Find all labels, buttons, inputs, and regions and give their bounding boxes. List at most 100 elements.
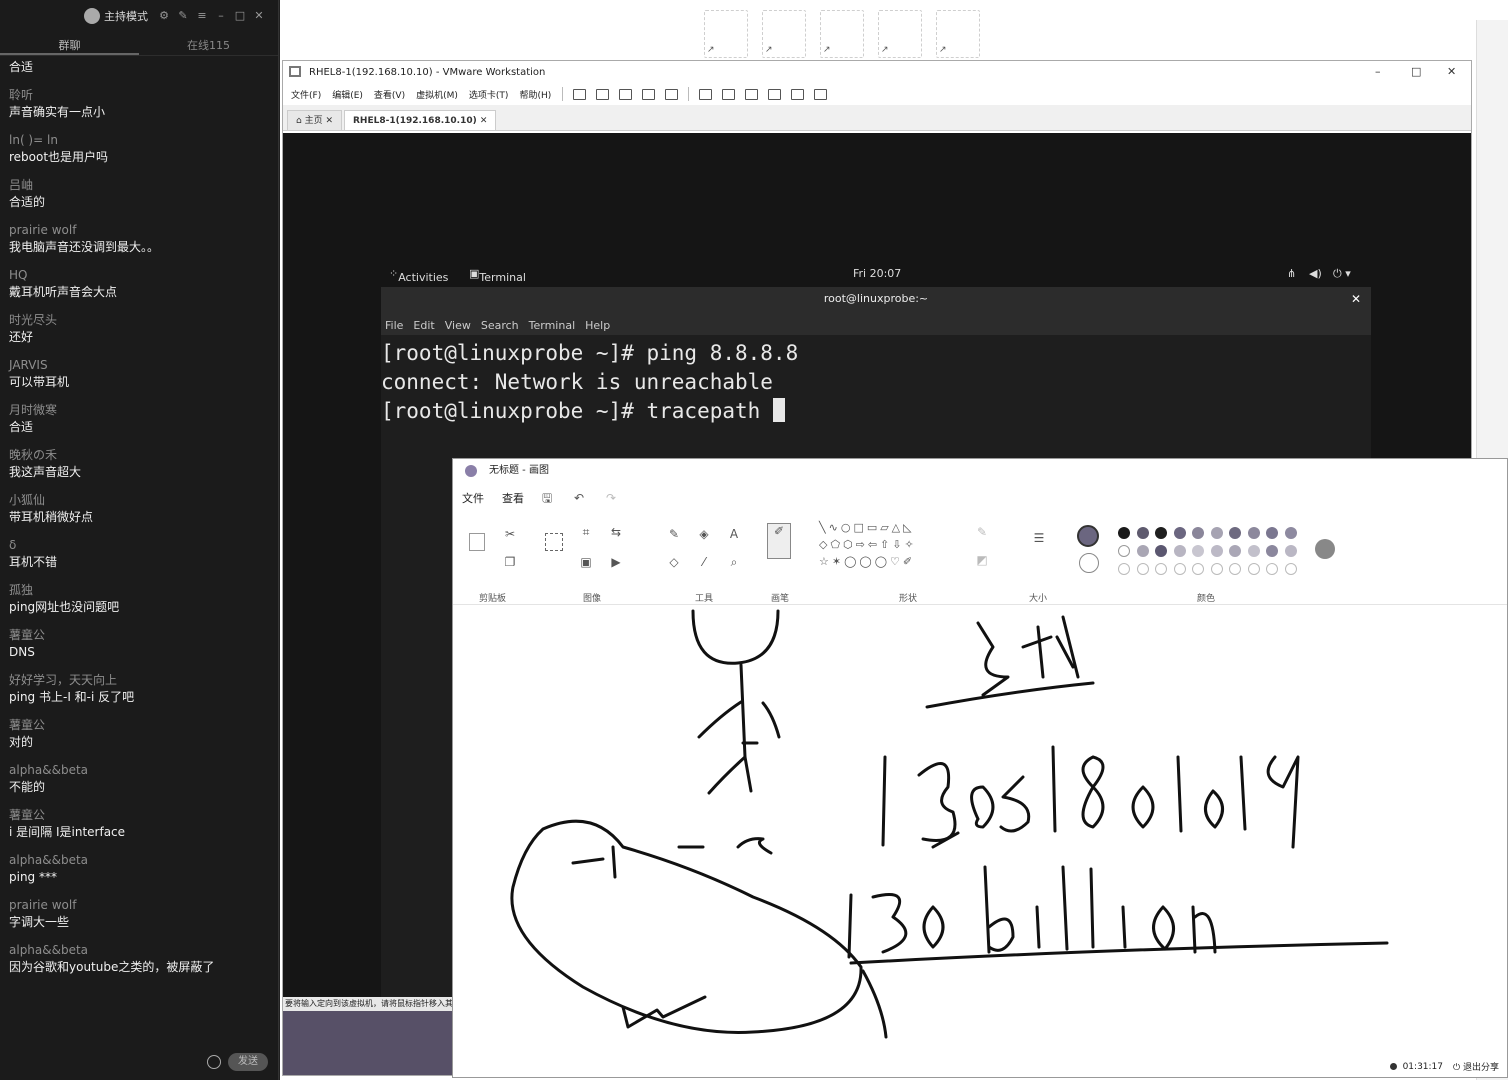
text-icon[interactable]: A: [727, 527, 741, 541]
pause-icon[interactable]: [573, 88, 587, 100]
palette-swatch[interactable]: [1192, 527, 1204, 539]
undo-icon[interactable]: ↶: [574, 492, 586, 504]
settings-icon[interactable]: ⚙: [158, 10, 170, 22]
palette-swatch[interactable]: [1192, 545, 1204, 557]
magnifier-icon[interactable]: ⌕: [727, 555, 741, 569]
paint-menu-file[interactable]: 文件: [462, 490, 484, 506]
paste-icon[interactable]: [469, 533, 485, 551]
size-icon[interactable]: ☰: [1029, 531, 1049, 549]
pencil-icon[interactable]: ✎: [667, 527, 681, 541]
custom-color-slot[interactable]: [1284, 563, 1297, 575]
exit-share-button[interactable]: ⏻ 退出分享: [1453, 1060, 1499, 1073]
network-icon[interactable]: ⋔: [1287, 267, 1296, 280]
snapshot-manager-icon[interactable]: [665, 88, 679, 100]
maximize-icon[interactable]: □: [234, 10, 246, 22]
palette-swatch[interactable]: [1155, 527, 1167, 539]
tab-group-chat[interactable]: 群聊: [0, 32, 139, 55]
close-icon[interactable]: ✕: [253, 10, 265, 22]
maximize-icon[interactable]: □: [1411, 65, 1421, 78]
rotate-icon[interactable]: ▶: [609, 555, 623, 569]
palette-swatch[interactable]: [1284, 527, 1297, 539]
menu-help[interactable]: 帮助(H): [519, 88, 551, 101]
custom-color-slot[interactable]: [1155, 563, 1167, 575]
fullscreen-icon[interactable]: [745, 88, 759, 100]
menu-file[interactable]: 文件(F): [291, 88, 321, 101]
shapes-row-2[interactable]: ◇⬠⬡⇨⇦⇧⇩✧: [819, 538, 955, 552]
desktop-shortcut[interactable]: [820, 10, 864, 58]
term-menu-edit[interactable]: Edit: [413, 319, 434, 332]
select-icon[interactable]: [545, 533, 563, 551]
terminal-output[interactable]: [root@linuxprobe ~]# ping 8.8.8.8 connect…: [381, 335, 1371, 426]
palette-swatch[interactable]: [1136, 527, 1149, 539]
custom-color-slot[interactable]: [1136, 563, 1149, 575]
outline-icon[interactable]: ✎: [975, 525, 989, 539]
tab-rhel8[interactable]: RHEL8-1(192.168.10.10) ✕: [344, 110, 497, 130]
eraser-icon[interactable]: ◇: [667, 555, 681, 569]
palette-swatch[interactable]: [1229, 545, 1241, 557]
menu-vm[interactable]: 虚拟机(M): [416, 88, 458, 101]
menu-view[interactable]: 查看(V): [374, 88, 405, 101]
palette-swatch[interactable]: [1266, 545, 1278, 557]
activities-button[interactable]: ⁘ Activities: [389, 267, 448, 284]
palette-swatch[interactable]: [1173, 527, 1186, 539]
snapshot-icon[interactable]: [619, 88, 633, 100]
brushes-icon[interactable]: ✐: [767, 523, 791, 559]
palette-swatch[interactable]: [1247, 545, 1260, 557]
menu-icon[interactable]: ≡: [196, 10, 208, 22]
thumbnail-icon[interactable]: [722, 88, 736, 100]
palette-swatch[interactable]: [1229, 527, 1241, 539]
clock[interactable]: Fri 20:07: [853, 267, 901, 280]
term-menu-help[interactable]: Help: [585, 319, 610, 332]
minimize-icon[interactable]: –: [1375, 65, 1381, 78]
save-icon[interactable]: 🖫: [542, 492, 554, 504]
term-menu-terminal[interactable]: Terminal: [529, 319, 576, 332]
shapes-row-1[interactable]: ╲∿○□▭▱△◺: [819, 521, 955, 535]
palette-swatch[interactable]: [1266, 527, 1278, 539]
custom-color-slot[interactable]: [1192, 563, 1204, 575]
drawing-canvas[interactable]: [453, 607, 1507, 1077]
palette-swatch[interactable]: [1118, 527, 1130, 539]
palette-swatch[interactable]: [1247, 527, 1260, 539]
edit-icon[interactable]: ✎: [177, 10, 189, 22]
palette-swatch[interactable]: [1210, 545, 1223, 557]
tab-home[interactable]: ⌂ 主页 ✕: [287, 110, 342, 130]
shapes-row-3[interactable]: ☆✶◯◯◯♡✐: [819, 555, 955, 569]
palette-swatch[interactable]: [1118, 545, 1130, 557]
power-icon[interactable]: ⏻ ▾: [1333, 267, 1351, 281]
library-icon[interactable]: [699, 88, 713, 100]
edit-colors-icon[interactable]: [1315, 539, 1335, 559]
palette-swatch[interactable]: [1210, 527, 1223, 539]
palette-swatch[interactable]: [1155, 545, 1167, 557]
desktop-shortcut[interactable]: [936, 10, 980, 58]
term-menu-search[interactable]: Search: [481, 319, 519, 332]
fill-style-icon[interactable]: ◩: [975, 553, 989, 567]
color-picker-icon[interactable]: ⁄: [697, 555, 711, 569]
redo-icon[interactable]: ↷: [606, 492, 618, 504]
color-1-swatch[interactable]: [1077, 525, 1099, 547]
desktop-shortcut[interactable]: [762, 10, 806, 58]
copy-icon[interactable]: ❐: [503, 555, 517, 569]
custom-color-slot[interactable]: [1118, 563, 1130, 575]
resize-icon[interactable]: ⇆: [609, 525, 623, 539]
send-keys-icon[interactable]: [596, 88, 610, 100]
minimize-icon[interactable]: –: [215, 10, 227, 22]
custom-color-slot[interactable]: [1173, 563, 1186, 575]
desktop-shortcut[interactable]: [878, 10, 922, 58]
palette-swatch[interactable]: [1136, 545, 1149, 557]
desktop-shortcut[interactable]: [704, 10, 748, 58]
term-menu-file[interactable]: File: [385, 319, 403, 332]
color-2-swatch[interactable]: [1079, 553, 1099, 573]
menu-edit[interactable]: 编辑(E): [332, 88, 363, 101]
revert-snapshot-icon[interactable]: [642, 88, 656, 100]
paint-menu-view[interactable]: 查看: [502, 490, 524, 506]
emoji-icon[interactable]: [207, 1055, 221, 1069]
console-icon[interactable]: [791, 88, 805, 100]
send-button[interactable]: 发送: [228, 1053, 268, 1071]
unity-icon[interactable]: [768, 88, 782, 100]
custom-color-slot[interactable]: [1210, 563, 1223, 575]
custom-color-slot[interactable]: [1229, 563, 1241, 575]
close-icon[interactable]: ✕: [1351, 287, 1361, 311]
menu-tabs[interactable]: 选项卡(T): [469, 88, 509, 101]
fill-icon[interactable]: ◈: [697, 527, 711, 541]
terminal-app-menu[interactable]: ▣ Terminal ▾: [469, 267, 526, 297]
